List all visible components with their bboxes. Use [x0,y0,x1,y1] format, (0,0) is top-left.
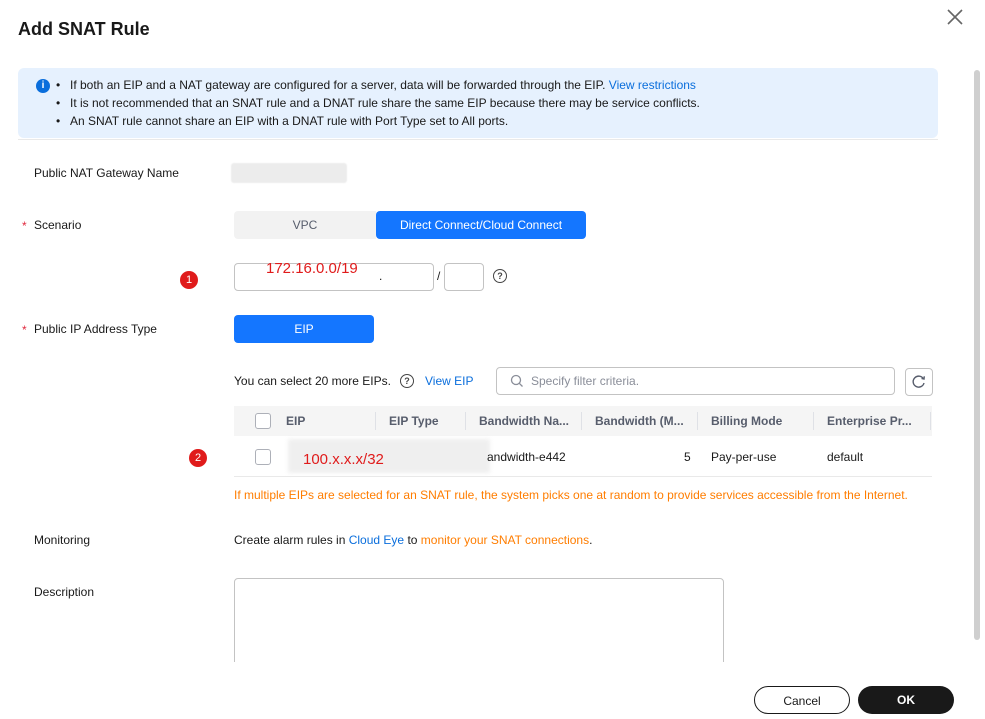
eip-count-text: You can select 20 more EIPs. [234,374,391,388]
row-divider [234,476,932,477]
scenario-label-text: Scenario [34,218,82,232]
gateway-name-label: Public NAT Gateway Name [34,166,179,180]
required-mark: * [22,219,27,233]
annotation-badge-2: 2 [189,449,207,467]
ok-button[interactable]: OK [858,686,954,714]
column-header-eip-type[interactable]: EIP Type [389,414,439,428]
monitor-snat-link[interactable]: monitor your SNAT connections [421,533,589,547]
help-icon[interactable]: ? [493,269,507,283]
row-checkbox[interactable] [255,449,271,465]
info-icon: i [36,79,50,93]
column-divider [375,412,376,430]
column-divider [465,412,466,430]
column-divider [581,412,582,430]
monitoring-text: Create alarm rules in Cloud Eye to monit… [234,533,592,547]
cidr-mask-input[interactable] [444,263,484,291]
monitoring-end: . [589,533,593,547]
alert-line-3: An SNAT rule cannot share an EIP with a … [56,114,508,128]
scenario-option-direct-connect[interactable]: Direct Connect/Cloud Connect [376,211,586,239]
search-placeholder: Specify filter criteria. [531,374,640,388]
column-divider [930,412,931,430]
column-header-enterprise-project[interactable]: Enterprise Pr... [827,414,912,428]
close-icon[interactable] [944,6,966,28]
cidr-value: 172.16.0.0/19 [266,260,358,277]
alert-line-2: It is not recommended that an SNAT rule … [56,96,700,110]
search-icon [510,374,524,388]
billing-mode-cell: Pay-per-use [711,450,777,464]
column-header-billing-mode[interactable]: Billing Mode [711,414,782,428]
cancel-button[interactable]: Cancel [754,686,850,714]
refresh-button[interactable] [905,368,933,396]
column-header-bandwidth[interactable]: Bandwidth (M... [595,414,684,428]
monitoring-mid: to [407,533,418,547]
scenario-label: * Scenario [22,218,82,233]
divider [18,139,938,140]
description-textarea[interactable] [234,578,724,668]
required-mark: * [22,323,27,337]
monitoring-label: Monitoring [34,533,91,547]
description-label: Description [34,585,95,599]
eip-warning-text: If multiple EIPs are selected for an SNA… [234,488,908,502]
view-eip-link[interactable]: View EIP [425,374,473,388]
dialog-title: Add SNAT Rule [18,19,150,39]
refresh-icon [912,375,925,388]
monitoring-prefix: Create alarm rules in [234,533,346,547]
column-header-bandwidth-name[interactable]: Bandwidth Na... [479,414,569,428]
help-icon[interactable]: ? [400,374,414,388]
eip-type-button[interactable]: EIP [234,315,374,343]
alert-text-1: If both an EIP and a NAT gateway are con… [70,78,606,92]
view-restrictions-link[interactable]: View restrictions [609,78,696,92]
eip-cell: 100.x.x.x/32 [303,451,384,468]
column-divider [697,412,698,430]
cidr-slash: / [437,269,441,283]
cloud-eye-link[interactable]: Cloud Eye [349,533,404,547]
select-all-checkbox[interactable] [255,413,271,429]
alert-line-1: If both an EIP and a NAT gateway are con… [56,78,696,92]
bandwidth-name-cell: andwidth-e442 [487,450,566,464]
public-ip-type-label: * Public IP Address Type [22,322,157,337]
gateway-name-value-masked [231,163,347,183]
annotation-badge-1: 1 [180,271,198,289]
public-ip-type-text: Public IP Address Type [34,322,157,336]
cidr-dot: . [379,269,383,283]
column-divider [813,412,814,430]
scrollbar[interactable] [974,70,980,640]
bandwidth-cell: 5 [684,450,691,464]
enterprise-project-cell: default [827,450,864,464]
column-header-eip[interactable]: EIP [286,414,305,428]
scenario-option-vpc[interactable]: VPC [234,211,376,239]
